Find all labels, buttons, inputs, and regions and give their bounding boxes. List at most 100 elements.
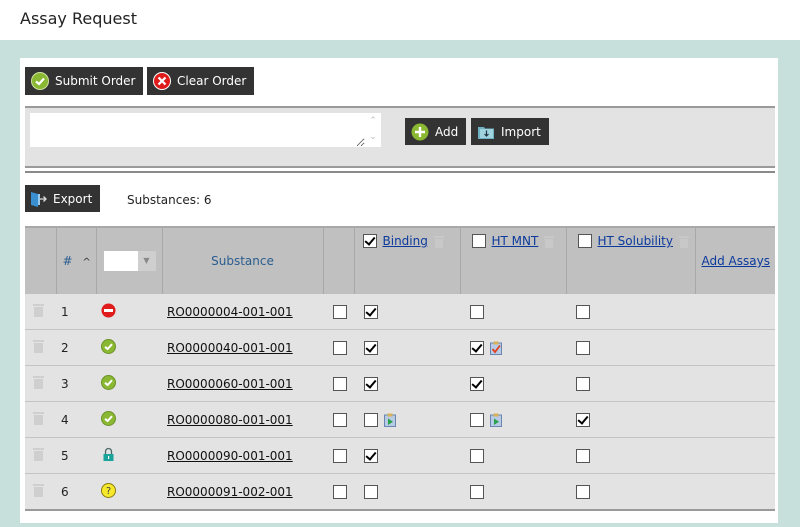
assay-htsolubility-link[interactable]: HT Solubility (598, 234, 674, 248)
select-cell (323, 329, 354, 366)
substance-link[interactable]: RO0000091-002-001 (162, 485, 293, 499)
scroll-down-icon[interactable]: ⌄ (365, 129, 381, 145)
add-button[interactable]: Add (405, 118, 467, 145)
trash-icon[interactable] (679, 235, 689, 248)
import-button[interactable]: Import (471, 118, 549, 145)
add-assays-link[interactable]: Add Assays (702, 254, 770, 268)
binding-checkbox[interactable] (364, 376, 378, 391)
assay-htmnt-checkbox[interactable] (471, 234, 486, 248)
svg-text:?: ? (106, 486, 111, 497)
status-filter-value (103, 251, 138, 271)
delete-cell (25, 294, 56, 330)
substance-link[interactable]: RO0000090-001-001 (162, 449, 293, 463)
status-filter-select[interactable]: ▼ (103, 251, 156, 271)
row-select-checkbox[interactable] (333, 376, 347, 391)
htmnt-checkbox[interactable] (470, 412, 484, 427)
trash-icon[interactable] (33, 411, 44, 425)
substance-cell: RO0000080-001-001 (162, 401, 323, 438)
substance-table: # ^ ▼ Substance Binding HT MNT HT Solubi… (25, 226, 775, 511)
assay-binding-link[interactable]: Binding (383, 234, 428, 248)
submit-order-button[interactable]: Submit Order (25, 67, 144, 95)
htsolubility-checkbox[interactable] (576, 412, 590, 427)
trash-icon[interactable] (33, 375, 44, 389)
dropdown-arrow-icon[interactable]: ▼ (137, 251, 156, 271)
empty-cell (695, 294, 775, 330)
export-button[interactable]: Export (25, 185, 101, 212)
substance-link[interactable]: RO0000040-001-001 (162, 341, 293, 355)
status-cell (96, 294, 162, 330)
empty-cell (695, 365, 775, 402)
substance-link[interactable]: RO0000004-001-001 (162, 305, 293, 319)
row-select-checkbox[interactable] (333, 304, 347, 319)
substance-link[interactable]: RO0000080-001-001 (162, 413, 293, 427)
sort-ascending-icon[interactable]: ^ (82, 257, 90, 268)
textarea-scroll-arrows[interactable]: ⌃ ⌄ (365, 113, 381, 147)
substance-header-label: Substance (211, 254, 274, 268)
trash-icon[interactable] (33, 483, 44, 497)
clipboard-play-icon[interactable] (378, 412, 396, 427)
htsolubility-cell (566, 329, 695, 366)
binding-checkbox[interactable] (364, 340, 378, 355)
binding-checkbox[interactable] (364, 304, 378, 319)
htsolubility-cell (566, 437, 695, 474)
htsolubility-checkbox[interactable] (576, 340, 590, 355)
trash-icon[interactable] (33, 303, 44, 317)
number-cell: 5 (56, 437, 96, 474)
folder-import-icon (478, 126, 494, 139)
delete-cell (25, 365, 56, 402)
delete-cell (25, 437, 56, 474)
htmnt-checkbox[interactable] (470, 340, 484, 355)
delete-cell (25, 329, 56, 366)
assay-binding-checkbox[interactable] (362, 234, 377, 248)
binding-cell (354, 329, 460, 366)
assay-htsolubility-checkbox[interactable] (577, 234, 592, 248)
substance-link[interactable]: RO0000060-001-001 (162, 377, 293, 391)
row-select-checkbox[interactable] (333, 448, 347, 463)
row-select-checkbox[interactable] (333, 484, 347, 499)
binding-cell (354, 437, 460, 474)
trash-icon[interactable] (33, 447, 44, 461)
table-row: 2 RO0000040-001-001 (25, 329, 775, 366)
table-row: 1 RO0000004-001-001 (25, 294, 775, 330)
htsolubility-checkbox[interactable] (576, 448, 590, 463)
row-number: 2 (61, 340, 69, 355)
htmnt-cell (460, 401, 566, 438)
plus-circle-icon (411, 123, 429, 140)
select-cell (323, 473, 354, 511)
number-cell: 2 (56, 329, 96, 366)
binding-cell (354, 294, 460, 330)
htsolubility-checkbox[interactable] (576, 304, 590, 319)
binding-cell (354, 401, 460, 438)
trash-icon[interactable] (33, 339, 44, 353)
header-assay-binding: Binding (354, 226, 461, 294)
substance-cell: RO0000091-002-001 (162, 473, 323, 511)
clipboard-play-icon[interactable] (484, 412, 502, 427)
binding-cell (354, 365, 460, 402)
row-select-checkbox[interactable] (333, 412, 347, 427)
binding-checkbox[interactable] (364, 412, 378, 427)
substance-count: Substances: 6 (127, 193, 212, 207)
assay-htmnt-link[interactable]: HT MNT (492, 234, 539, 248)
substance-input[interactable] (30, 113, 365, 147)
clipboard-check-icon[interactable] (484, 340, 502, 355)
htmnt-checkbox[interactable] (470, 448, 484, 463)
clear-order-button[interactable]: Clear Order (147, 67, 255, 95)
htsolubility-checkbox[interactable] (576, 376, 590, 391)
htmnt-checkbox[interactable] (470, 304, 484, 319)
htsolubility-cell (566, 365, 695, 402)
trash-icon[interactable] (433, 235, 444, 248)
htmnt-cell (460, 473, 566, 511)
htsolubility-checkbox[interactable] (576, 484, 590, 499)
substance-cell: RO0000040-001-001 (162, 329, 323, 366)
substance-cell: RO0000090-001-001 (162, 437, 323, 474)
htmnt-checkbox[interactable] (470, 484, 484, 499)
status-cell (96, 401, 162, 438)
select-cell (323, 365, 354, 402)
trash-icon[interactable] (544, 235, 555, 248)
header-number[interactable]: # ^ (56, 226, 97, 294)
htmnt-checkbox[interactable] (470, 376, 484, 391)
row-select-checkbox[interactable] (333, 340, 347, 355)
binding-checkbox[interactable] (364, 484, 378, 499)
scroll-up-icon[interactable]: ⌃ (365, 113, 381, 129)
binding-checkbox[interactable] (364, 448, 378, 463)
